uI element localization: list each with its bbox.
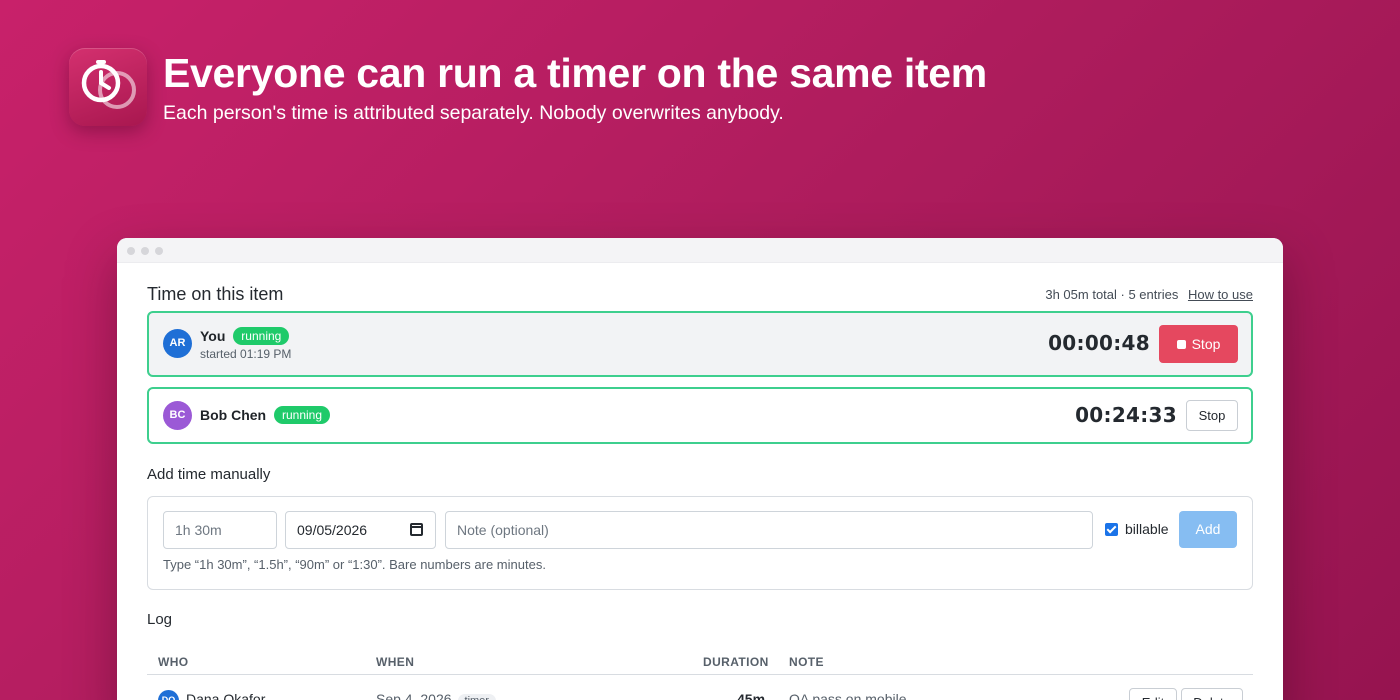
how-to-use-link[interactable]: How to use bbox=[1188, 287, 1253, 302]
running-badge: running bbox=[233, 327, 290, 345]
avatar: BC bbox=[163, 401, 192, 430]
column-header-duration[interactable]: DURATION bbox=[703, 655, 769, 669]
window-dot bbox=[141, 247, 149, 255]
entry-date: Sep 4, 2026 bbox=[376, 691, 452, 700]
window-dot bbox=[127, 247, 135, 255]
column-header-when[interactable]: WHEN bbox=[376, 655, 414, 669]
running-badge: running bbox=[274, 406, 331, 424]
note-input[interactable]: Note (optional) bbox=[445, 511, 1093, 549]
window-dot bbox=[155, 247, 163, 255]
stop-icon bbox=[1176, 339, 1186, 349]
date-input[interactable]: 09/05/2026 bbox=[285, 511, 436, 549]
billable-checkbox[interactable] bbox=[1105, 522, 1118, 536]
billable-toggle[interactable]: billable bbox=[1105, 521, 1169, 537]
stop-button[interactable]: Stop bbox=[1186, 400, 1238, 431]
hero-subtitle: Each person's time is attributed separat… bbox=[163, 102, 784, 124]
date-value: 09/05/2026 bbox=[297, 522, 368, 538]
table-header: WHO WHEN DURATION NOTE bbox=[147, 643, 1253, 675]
elapsed-time: 00:24:33 bbox=[1075, 403, 1177, 427]
entry-user: Dana Okafor bbox=[186, 691, 266, 700]
timer-row-bob-chen: BC Bob Chen running 00:24:33 Stop bbox=[147, 387, 1253, 444]
table-row: DO Dana Okafor Sep 4, 2026 timer 45m QA p… bbox=[147, 676, 1253, 700]
manual-entry-title: Add time manually bbox=[147, 466, 271, 483]
panel-summary: 3h 05m total · 5 entries How to use bbox=[1045, 287, 1253, 302]
log-title: Log bbox=[147, 611, 173, 628]
entry-source-chip: timer bbox=[457, 694, 496, 700]
panel-header: Time on this item 3h 05m total · 5 entri… bbox=[147, 282, 1253, 306]
total-summary: 3h 05m total · 5 entries bbox=[1045, 287, 1179, 302]
avatar: AR bbox=[163, 329, 192, 358]
billable-label: billable bbox=[1125, 521, 1169, 537]
timer-user-label: Bob Chen bbox=[200, 407, 267, 423]
add-button[interactable]: Add bbox=[1179, 511, 1237, 548]
stop-button[interactable]: Stop bbox=[1159, 325, 1238, 363]
panel-title: Time on this item bbox=[147, 284, 284, 304]
entry-note: QA pass on mobile bbox=[789, 691, 907, 700]
timer-icon bbox=[69, 48, 147, 126]
app-window: Time on this item 3h 05m total · 5 entri… bbox=[117, 238, 1283, 700]
window-titlebar bbox=[117, 238, 1283, 263]
entry-when: Sep 4, 2026 timer bbox=[376, 691, 496, 700]
edit-button[interactable]: Edit bbox=[1129, 688, 1177, 700]
elapsed-time: 00:00:48 bbox=[1048, 331, 1150, 355]
entry-duration: 45m bbox=[737, 691, 766, 700]
calendar-icon[interactable] bbox=[410, 523, 423, 536]
manual-entry-form: 1h 30m 09/05/2026 Note (optional) billab… bbox=[147, 496, 1253, 590]
delete-button[interactable]: Delete bbox=[1181, 688, 1243, 700]
duration-hint: Type “1h 30m”, “1.5h”, “90m” or “1:30”. … bbox=[163, 557, 546, 572]
column-header-who[interactable]: WHO bbox=[158, 655, 189, 669]
stop-button-label: Stop bbox=[1191, 336, 1221, 352]
timer-user-label: You bbox=[200, 328, 226, 344]
avatar: DO bbox=[158, 690, 179, 700]
started-time: started 01:19 PM bbox=[200, 347, 292, 361]
timer-row-you: AR You running started 01:19 PM 00:00:48… bbox=[147, 311, 1253, 377]
column-header-note[interactable]: NOTE bbox=[789, 655, 824, 669]
duration-input[interactable]: 1h 30m bbox=[163, 511, 277, 549]
timer-user-name: Bob Chen running bbox=[200, 406, 331, 424]
timer-user-name: You running bbox=[200, 327, 290, 345]
hero-title: Everyone can run a timer on the same ite… bbox=[163, 50, 987, 96]
